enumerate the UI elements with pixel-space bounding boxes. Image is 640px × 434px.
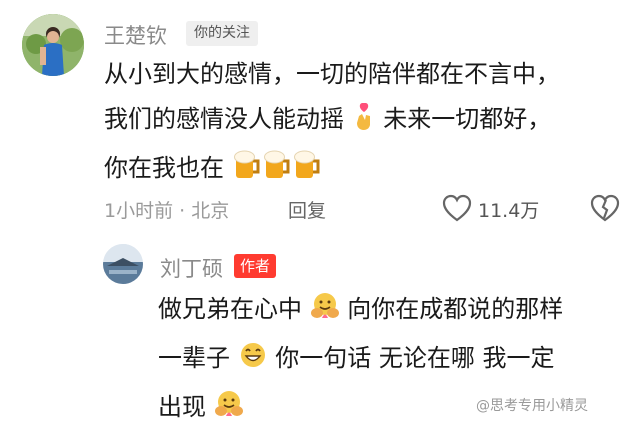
like-button[interactable] [442, 194, 472, 226]
comment-text: 从小到大的感情，一切的陪伴都在不言中， 我们的感情没人能动摇 未来一切都好， 你… [104, 52, 560, 195]
comment-time-location: 1小时前 · 北京 [104, 200, 230, 222]
avatar-wangchuqin[interactable] [22, 14, 84, 76]
comment-line-1: 从小到大的感情，一切的陪伴都在不言中， [104, 60, 560, 88]
like-count: 11.4万 [478, 200, 540, 222]
beer-icon [232, 148, 262, 195]
reply-line-1: 做兄弟在心中 向你在成都说的那样 [158, 287, 563, 336]
reply-username[interactable]: 刘丁硕 [160, 253, 223, 283]
beer-icon [262, 148, 292, 195]
grin-icon [238, 340, 268, 385]
comment-username[interactable]: 王楚钦 [104, 20, 167, 50]
watermark: @思考专用小精灵 [476, 398, 588, 414]
beer-icon [292, 148, 322, 195]
finger-heart-icon [352, 101, 376, 146]
hug-icon [310, 291, 340, 336]
dislike-icon [590, 194, 620, 222]
reply-button[interactable]: 回复 [288, 196, 326, 223]
comment-line-2: 我们的感情没人能动摇 未来一切都好， [104, 97, 560, 146]
author-tag: 作者 [234, 254, 277, 278]
follow-tag: 你的关注 [186, 21, 258, 46]
avatar-liudingshuo[interactable] [103, 244, 143, 284]
hug-icon [214, 389, 244, 434]
reply-line-2: 一辈子 你一句话 无论在哪 我一定 [158, 336, 563, 385]
comment-line-3: 你在我也在 [104, 146, 560, 195]
heart-icon [442, 194, 472, 222]
dislike-button[interactable] [590, 194, 620, 226]
